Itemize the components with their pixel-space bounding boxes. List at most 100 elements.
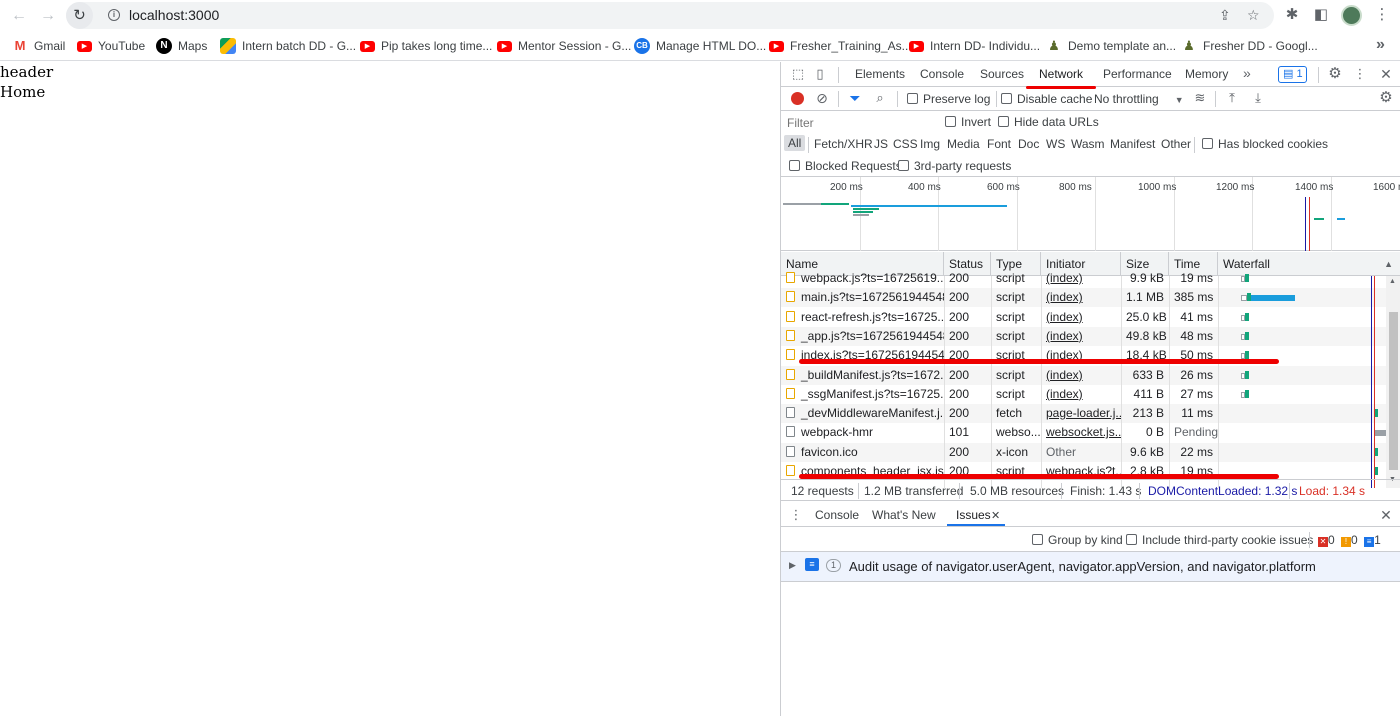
drawer-tab-whats-new[interactable]: What's New [872, 508, 936, 522]
cell-initiator[interactable]: page-loader.j... [1041, 404, 1121, 423]
checkbox[interactable] [945, 116, 956, 127]
extensions-puzzle-icon[interactable]: ✱ [1282, 5, 1302, 25]
drawer-tab-console[interactable]: Console [815, 508, 859, 522]
type-filter-all[interactable]: All [784, 135, 806, 151]
has-blocked-cookies-checkbox[interactable]: Has blocked cookies [1202, 137, 1328, 151]
type-filter-ws[interactable]: WS [1046, 137, 1065, 151]
share-icon[interactable]: ⇪ [1219, 7, 1231, 24]
close-drawer-icon[interactable]: ✕ [1377, 506, 1395, 524]
cell-initiator[interactable]: (index) [1041, 385, 1121, 404]
network-conditions-icon[interactable]: ≋ [1191, 89, 1209, 107]
scroll-up-icon[interactable]: ▲ [1389, 278, 1396, 285]
preserve-log-checkbox[interactable]: Preserve log [907, 92, 990, 106]
back-arrow-icon[interactable]: ← [8, 5, 30, 27]
type-filter-other[interactable]: Other [1161, 137, 1191, 151]
disable-cache-checkbox[interactable]: Disable cache [1001, 92, 1092, 106]
type-filter-font[interactable]: Font [987, 137, 1011, 151]
drawer-menu-icon[interactable]: ⋮ [787, 506, 805, 524]
bookmark-demo-template[interactable]: ♟ Demo template an... [1046, 38, 1176, 54]
checkbox[interactable] [1126, 534, 1137, 545]
network-settings-gear-icon[interactable]: ⚙ [1377, 89, 1395, 107]
devtools-menu-icon[interactable]: ⋮ [1351, 65, 1369, 83]
bookmark-intern-dd[interactable]: ▶ Intern DD- Individu... [909, 38, 1040, 54]
cell-initiator[interactable]: (index) [1041, 269, 1121, 288]
record-icon[interactable] [791, 92, 804, 105]
profile-avatar[interactable] [1341, 5, 1362, 26]
issue-item[interactable]: ▶ ≡ 1 Audit usage of navigator.userAgent… [781, 552, 1400, 582]
blocked-requests-checkbox[interactable]: Blocked Requests [789, 159, 902, 173]
type-filter-doc[interactable]: Doc [1018, 137, 1039, 151]
forward-arrow-icon[interactable]: → [37, 5, 59, 27]
bookmark-pip[interactable]: ▶ Pip takes long time... [360, 38, 492, 54]
bookmark-maps[interactable]: N Maps [156, 38, 207, 54]
close-devtools-icon[interactable]: ✕ [1377, 65, 1395, 83]
table-row[interactable]: favicon.ico 200 x-icon Other 9.6 kB 22 ms [781, 442, 1386, 462]
drawer-tab-issues[interactable]: Issues [956, 508, 991, 522]
cell-initiator[interactable]: websocket.js... [1041, 423, 1121, 442]
clear-icon[interactable]: ⊘ [813, 89, 831, 107]
third-party-requests-checkbox[interactable]: 3rd-party requests [898, 159, 1011, 173]
scrollbar-thumb[interactable] [1389, 312, 1398, 470]
type-filter-img[interactable]: Img [920, 137, 940, 151]
cell-initiator[interactable]: Other [1041, 443, 1121, 462]
tab-elements[interactable]: Elements [855, 67, 905, 81]
table-row[interactable]: webpack.js?ts=16725619... 200 script (index… [781, 269, 1386, 288]
bookmark-youtube[interactable]: ▶ YouTube [77, 38, 145, 54]
type-filter-js[interactable]: JS [874, 137, 888, 151]
checkbox[interactable] [898, 160, 909, 171]
throttling-select[interactable]: No throttling ▼ [1094, 92, 1184, 106]
table-row[interactable]: _ssgManifest.js?ts=16725... 200 script (ind… [781, 385, 1386, 404]
export-har-icon[interactable]: ⤓ [1249, 89, 1267, 107]
url-text[interactable]: localhost:3000 [129, 7, 219, 23]
inspect-element-icon[interactable]: ⬚ [789, 65, 807, 83]
network-overview-timeline[interactable]: 200 ms 400 ms 600 ms 800 ms 1000 ms 1200… [781, 177, 1400, 251]
cell-initiator[interactable]: (index) [1041, 327, 1121, 346]
import-har-icon[interactable]: ⤒ [1223, 89, 1241, 107]
bookmark-fresher-training[interactable]: ▶ Fresher_Training_As... [769, 38, 912, 54]
tab-sources[interactable]: Sources [980, 67, 1024, 81]
checkbox[interactable] [789, 160, 800, 171]
invert-checkbox[interactable]: Invert [945, 115, 991, 129]
table-row[interactable]: _buildManifest.js?ts=1672... 200 script (in… [781, 365, 1386, 385]
tab-network[interactable]: Network [1039, 67, 1083, 81]
type-filter-wasm[interactable]: Wasm [1071, 137, 1105, 151]
table-scrollbar[interactable]: ▲ ▼ [1386, 276, 1400, 488]
table-row[interactable]: _devMiddlewareManifest.j... 200 fetch page-… [781, 404, 1386, 424]
search-icon[interactable]: ⌕ [871, 89, 889, 107]
type-filter-css[interactable]: CSS [893, 137, 918, 151]
table-row[interactable]: _app.js?ts=1672561944548 200 script (index)… [781, 326, 1386, 346]
reload-icon[interactable]: ↻ [66, 2, 93, 29]
close-tab-icon[interactable]: ✕ [991, 509, 1000, 522]
tab-console[interactable]: Console [920, 67, 964, 81]
bookmark-intern-batch[interactable]: Intern batch DD - G... [220, 38, 356, 54]
table-row[interactable]: webpack-hmr 101 webso... websocket.js... 0 B… [781, 423, 1386, 442]
site-info-icon[interactable]: i [108, 9, 120, 21]
bookmark-mentor-session[interactable]: ▶ Mentor Session - G... [497, 38, 631, 54]
type-filter-media[interactable]: Media [947, 137, 980, 151]
address-bar[interactable] [66, 2, 1274, 29]
more-tabs-icon[interactable]: » [1243, 65, 1251, 81]
cell-initiator[interactable]: (index) [1041, 288, 1121, 307]
filter-input[interactable] [785, 114, 933, 131]
checkbox[interactable] [998, 116, 1009, 127]
bookmarks-overflow-icon[interactable]: » [1376, 36, 1385, 54]
bookmark-manage-html[interactable]: CB Manage HTML DO... [634, 38, 766, 54]
device-toolbar-icon[interactable]: ▯ [811, 65, 829, 83]
group-by-kind-checkbox[interactable]: Group by kind [1032, 533, 1123, 547]
type-filter-manifest[interactable]: Manifest [1110, 137, 1155, 151]
checkbox[interactable] [907, 93, 918, 104]
cell-initiator[interactable]: (index) [1041, 308, 1121, 327]
settings-gear-icon[interactable]: ⚙ [1326, 65, 1344, 83]
include-third-party-checkbox[interactable]: Include third-party cookie issues [1126, 533, 1313, 547]
issues-badge[interactable]: ▤ 1 [1278, 66, 1307, 83]
type-filter-fetch-xhr[interactable]: Fetch/XHR [814, 137, 873, 151]
bookmark-gmail[interactable]: M Gmail [12, 38, 65, 54]
bookmark-star-icon[interactable]: ☆ [1247, 7, 1260, 24]
cell-initiator[interactable]: (index) [1041, 366, 1121, 385]
checkbox[interactable] [1032, 534, 1043, 545]
filter-funnel-icon[interactable]: ⏷ [846, 89, 864, 107]
side-panel-icon[interactable]: ◧ [1311, 5, 1331, 25]
hide-data-urls-checkbox[interactable]: Hide data URLs [998, 115, 1099, 129]
tab-memory[interactable]: Memory [1185, 67, 1228, 81]
bookmark-fresher-dd[interactable]: ♟ Fresher DD - Googl... [1181, 38, 1318, 54]
